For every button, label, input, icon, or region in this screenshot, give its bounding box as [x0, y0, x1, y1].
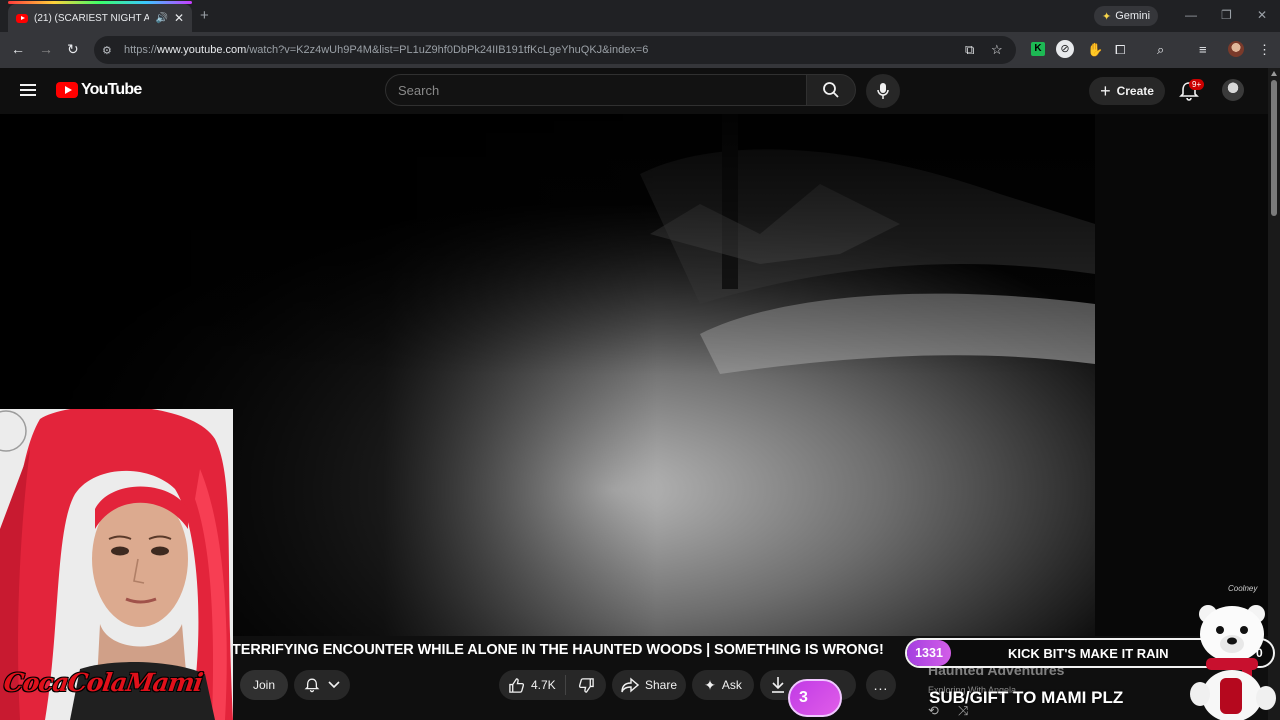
dislike-button[interactable] — [566, 677, 606, 694]
youtube-favicon-icon — [16, 13, 28, 23]
url-prefix: https:// — [124, 44, 158, 56]
speaker-icon[interactable]: 🔊 — [155, 13, 167, 24]
bell-icon — [304, 678, 320, 693]
site-info-icon[interactable]: ⚙ — [102, 44, 112, 57]
extension-round-icon[interactable]: ⊘ — [1056, 40, 1074, 58]
like-button[interactable]: 4.7K — [499, 675, 566, 695]
sub-count-bubble: 3 — [788, 679, 842, 717]
back-icon[interactable]: ← — [11, 41, 25, 57]
ask-button[interactable]: ✦ Ask — [692, 670, 754, 700]
youtube-logo[interactable]: YouTube — [56, 81, 142, 99]
share-button[interactable]: Share — [612, 670, 686, 700]
extension-puzzle-alt-icon[interactable]: ✋ — [1087, 42, 1103, 58]
gemini-label: Gemini — [1115, 10, 1151, 22]
polar-bear-mascot-image — [1190, 605, 1276, 720]
close-tab-icon[interactable]: ✕ — [174, 11, 184, 25]
gemini-sparkle-icon: ✦ — [1101, 10, 1112, 23]
new-tab-button[interactable]: + — [200, 7, 209, 24]
video-title: TERRIFYING ENCOUNTER WHILE ALONE IN THE … — [232, 642, 884, 658]
menu-icon[interactable] — [20, 84, 36, 96]
tab-search-icon[interactable]: ⌕ — [1157, 42, 1164, 58]
thumbs-down-icon — [578, 677, 594, 693]
address-bar[interactable]: https://www.youtube.com/watch?v=K2z4wUh9… — [94, 36, 1016, 64]
bookmark-star-icon[interactable]: ☆ — [991, 42, 1003, 58]
thumbs-up-icon — [509, 677, 525, 693]
tab-title: (21) (SCARIEST NIGHT ALONE — [34, 12, 150, 24]
webcam-streamer-name: CocaColaMami — [1, 668, 205, 697]
bear-mascot-tag: Coolney — [1228, 584, 1258, 593]
account-avatar[interactable] — [1222, 79, 1244, 101]
youtube-play-logo-icon — [56, 82, 78, 98]
url-path: /watch?v=K2z4wUh9P4M&list=PL1uZ9hf0DbPk2… — [246, 44, 649, 56]
close-window-icon[interactable]: ✕ — [1257, 8, 1267, 22]
ask-label: Ask — [721, 678, 742, 692]
media-controls-icon[interactable]: ≡ — [1199, 42, 1207, 57]
chevron-down-icon — [328, 681, 340, 689]
browser-profile-avatar[interactable] — [1228, 41, 1244, 57]
scrollbar-thumb[interactable] — [1271, 80, 1277, 216]
youtube-header: YouTube Search + Create 9+ — [0, 68, 1268, 114]
like-count: 4.7K — [531, 678, 556, 692]
search-button[interactable] — [806, 74, 856, 106]
create-label: Create — [1116, 84, 1154, 98]
extensions-puzzle-icon[interactable]: ⧠ — [1115, 42, 1125, 58]
plus-icon: + — [1100, 81, 1111, 101]
create-button[interactable]: + Create — [1089, 77, 1165, 105]
browser-tabbar: (21) (SCARIEST NIGHT ALONE 🔊 ✕ + ✦ Gemin… — [0, 0, 1280, 32]
more-actions-button[interactable]: ... — [866, 670, 896, 700]
reload-icon[interactable]: ↻ — [67, 41, 79, 58]
bits-goal-count: 1331 — [907, 640, 951, 666]
scroll-up-arrow-icon[interactable] — [1271, 71, 1277, 76]
download-icon — [772, 677, 784, 693]
bits-goal-text: KICK BIT'S MAKE IT RAIN — [1008, 646, 1169, 661]
search-placeholder: Search — [398, 82, 440, 98]
share-arrow-icon — [621, 677, 639, 693]
subscription-bell-button[interactable] — [294, 670, 350, 700]
join-button[interactable]: Join — [240, 670, 288, 700]
install-app-icon[interactable]: ⧉ — [965, 42, 974, 58]
browser-menu-icon[interactable]: ⋮ — [1258, 42, 1271, 58]
restore-icon[interactable]: ❐ — [1221, 8, 1232, 22]
share-label: Share — [644, 678, 678, 692]
forward-icon[interactable]: → — [39, 41, 53, 57]
browser-toolbar: ← → ↻ https://www.youtube.com/watch?v=K2… — [0, 32, 1280, 68]
notification-count-badge: 9+ — [1189, 79, 1205, 90]
browser-tab-active[interactable]: (21) (SCARIEST NIGHT ALONE 🔊 ✕ — [8, 4, 192, 32]
sub-gift-text: SUB/GIFT TO MAMI PLZ — [929, 688, 1124, 707]
microphone-icon — [877, 83, 889, 99]
youtube-logo-text: YouTube — [81, 81, 142, 98]
search-input[interactable]: Search — [385, 74, 807, 106]
voice-search-button[interactable] — [866, 74, 900, 108]
minimize-icon[interactable]: — — [1185, 8, 1197, 22]
url-host: www.youtube.com — [157, 44, 247, 56]
sparkle-icon: ✦ — [704, 676, 716, 693]
search-icon — [823, 82, 839, 98]
kick-extension-icon[interactable]: K — [1031, 42, 1045, 56]
like-dislike-group: 4.7K — [499, 670, 606, 700]
gemini-button[interactable]: ✦ Gemini — [1094, 6, 1158, 26]
